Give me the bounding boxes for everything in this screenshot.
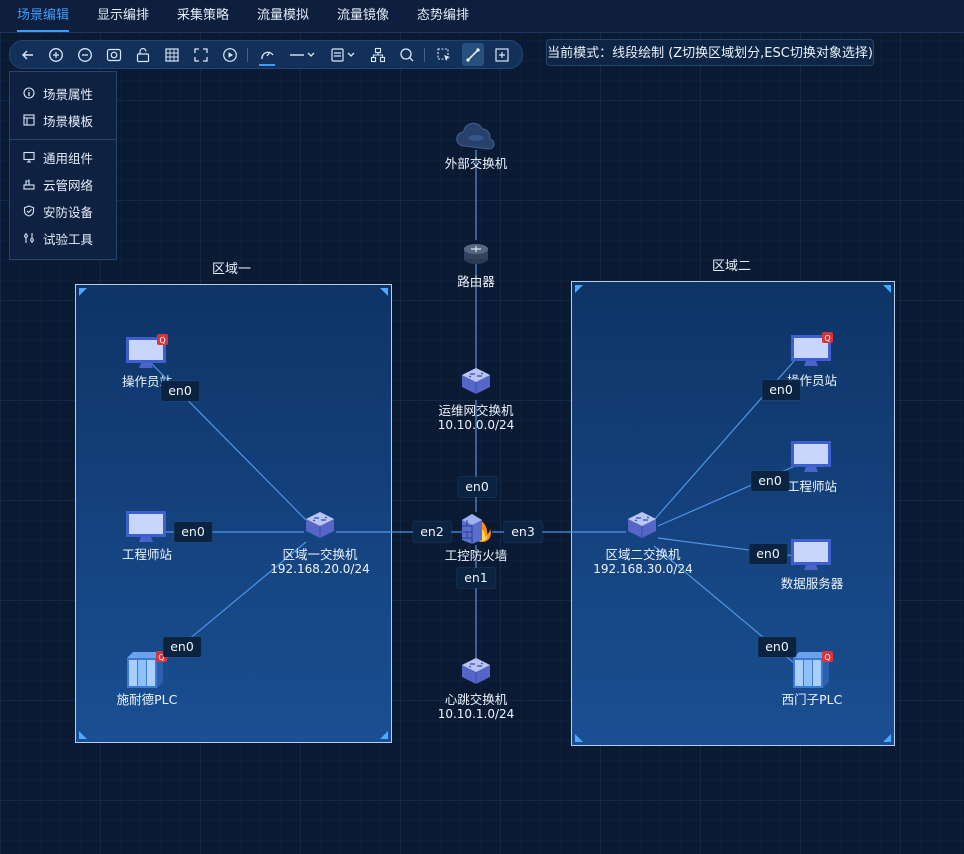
node-label: 西门子PLC (781, 692, 843, 707)
monitor-icon[interactable]: Q (790, 332, 834, 372)
node-subnet: 10.10.0.0/24 (437, 418, 515, 432)
node-label: 工程师站 (786, 479, 838, 494)
monitor-icon[interactable] (125, 510, 169, 550)
cloud-icon[interactable] (455, 120, 497, 154)
switch-icon[interactable] (626, 510, 658, 548)
monitor-icon[interactable]: Q (125, 334, 169, 374)
node-label: 区域一交换机 192.168.20.0/24 (270, 547, 369, 577)
port-label[interactable]: en3 (504, 522, 542, 542)
port-label[interactable]: en0 (163, 637, 201, 657)
port-label[interactable]: en0 (762, 380, 800, 400)
monitor-icon[interactable] (790, 538, 834, 578)
node-label: 外部交换机 (444, 156, 508, 171)
port-label[interactable]: en2 (413, 522, 451, 542)
node-label: 工控防火墙 (444, 548, 508, 563)
node-label: 心跳交换机 10.10.1.0/24 (438, 692, 515, 722)
node-label: 工程师站 (121, 547, 173, 562)
switch-icon[interactable] (460, 366, 492, 404)
port-label[interactable]: en0 (161, 381, 199, 401)
node-subnet: 192.168.20.0/24 (270, 562, 370, 576)
node-name: 区域一交换机 (282, 547, 358, 562)
switch-icon[interactable] (460, 656, 492, 694)
port-label[interactable]: en1 (457, 568, 495, 588)
node-name: 区域二交换机 (605, 547, 681, 562)
monitor-icon[interactable] (790, 440, 834, 480)
plc-icon[interactable]: Q (792, 650, 834, 694)
switch-icon[interactable] (304, 510, 336, 548)
port-label[interactable]: en0 (758, 637, 796, 657)
node-label: 运维网交换机 10.10.0.0/24 (438, 403, 515, 433)
node-label: 区域二交换机 192.168.30.0/24 (593, 547, 692, 577)
svg-text:Q: Q (824, 334, 830, 343)
svg-text:Q: Q (159, 336, 165, 345)
firewall-icon[interactable] (458, 508, 496, 550)
plc-icon[interactable]: Q (126, 650, 168, 694)
node-name: 运维网交换机 (438, 403, 514, 418)
node-subnet: 10.10.1.0/24 (437, 707, 515, 721)
svg-text:Q: Q (824, 653, 830, 662)
port-label[interactable]: en0 (751, 471, 789, 491)
port-label[interactable]: en0 (458, 477, 496, 497)
port-label[interactable]: en0 (174, 522, 212, 542)
port-label[interactable]: en0 (749, 544, 787, 564)
router-icon[interactable] (461, 238, 491, 272)
node-subnet: 192.168.30.0/24 (593, 562, 693, 576)
node-label: 路由器 (457, 274, 495, 289)
node-label: 数据服务器 (780, 576, 844, 591)
node-label: 施耐德PLC (116, 692, 178, 707)
node-name: 心跳交换机 (444, 692, 508, 707)
